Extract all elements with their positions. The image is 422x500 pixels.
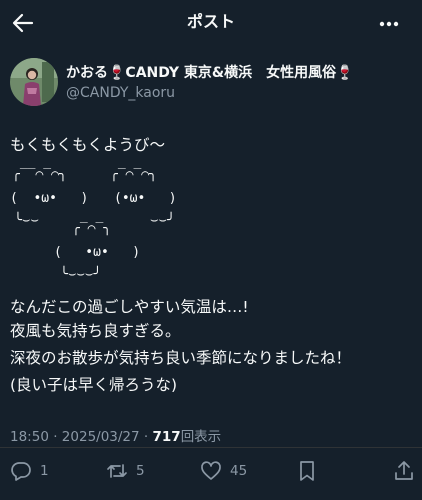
retweet-count: 5 <box>136 463 145 479</box>
reply-icon <box>11 462 31 481</box>
tweet-line-1: なんだこの過ごしやすい気温は…! <box>10 298 249 316</box>
top-bar: ポスト <box>0 0 422 44</box>
view-count: 717 <box>152 429 181 445</box>
divider <box>0 447 422 448</box>
retweet-button[interactable]: 5 <box>106 459 145 483</box>
bookmark-icon <box>300 461 314 481</box>
cloud-left-top: ╭‾‾⌒‾⌒╮ <box>12 167 67 182</box>
meta-separator: · <box>53 429 58 445</box>
tweet-line-2: 夜風も気持ち良すぎる。 <box>10 322 181 340</box>
view-count-label: 回表示 <box>180 429 222 445</box>
like-count: 45 <box>230 463 248 479</box>
tweet-intro: もくもくもくようび〜 <box>10 136 166 154</box>
cloud-left-face: ( •ω• ) <box>10 191 89 206</box>
like-button[interactable]: 45 <box>200 459 247 483</box>
author-handle[interactable]: @CANDY_kaoru <box>66 84 175 102</box>
cloud-left-bottom: ╰⌣⌣ <box>14 213 39 228</box>
tweet-line-3: 深夜のお散歩が気持ち良い季節になりましたね！ <box>10 349 352 367</box>
meta-separator: · <box>143 429 149 445</box>
more-horizontal-icon <box>379 21 399 27</box>
reply-count: 1 <box>40 463 49 479</box>
tweet-line-4: (良い子は早く帰ろうな) <box>10 376 178 394</box>
cloud-middle-top: ╭‾⌒‾╮ <box>72 221 112 236</box>
share-icon <box>395 461 413 480</box>
avatar[interactable] <box>10 58 58 106</box>
more-options-button[interactable] <box>374 12 404 36</box>
author-display-name[interactable]: かおる🍷CANDY 東京&横浜 女性用風俗🍷 <box>66 64 354 82</box>
share-button[interactable] <box>393 459 415 483</box>
cloud-middle-bottom: ╰⌣⌣⌣╯ <box>60 267 102 282</box>
cloud-right-bottom: ⌣⌣╯ <box>150 213 175 228</box>
cloud-right-face: (•ω• ) <box>114 191 177 206</box>
cloud-right-top: ╭‾⌒‾⌒╮ <box>110 167 157 182</box>
retweet-icon <box>107 464 127 478</box>
tweet-date[interactable]: 2025/03/27 <box>62 429 140 445</box>
like-icon <box>201 461 221 480</box>
tweet-time[interactable]: 18:50 <box>10 429 49 445</box>
cloud-middle-face: ( •ω• ) <box>54 245 141 260</box>
bookmark-button[interactable] <box>296 459 318 483</box>
reply-button[interactable]: 1 <box>10 459 49 483</box>
tweet-meta: 18:50 · 2025/03/27 · 717回表示 <box>10 428 221 446</box>
page-title: ポスト <box>186 12 235 31</box>
